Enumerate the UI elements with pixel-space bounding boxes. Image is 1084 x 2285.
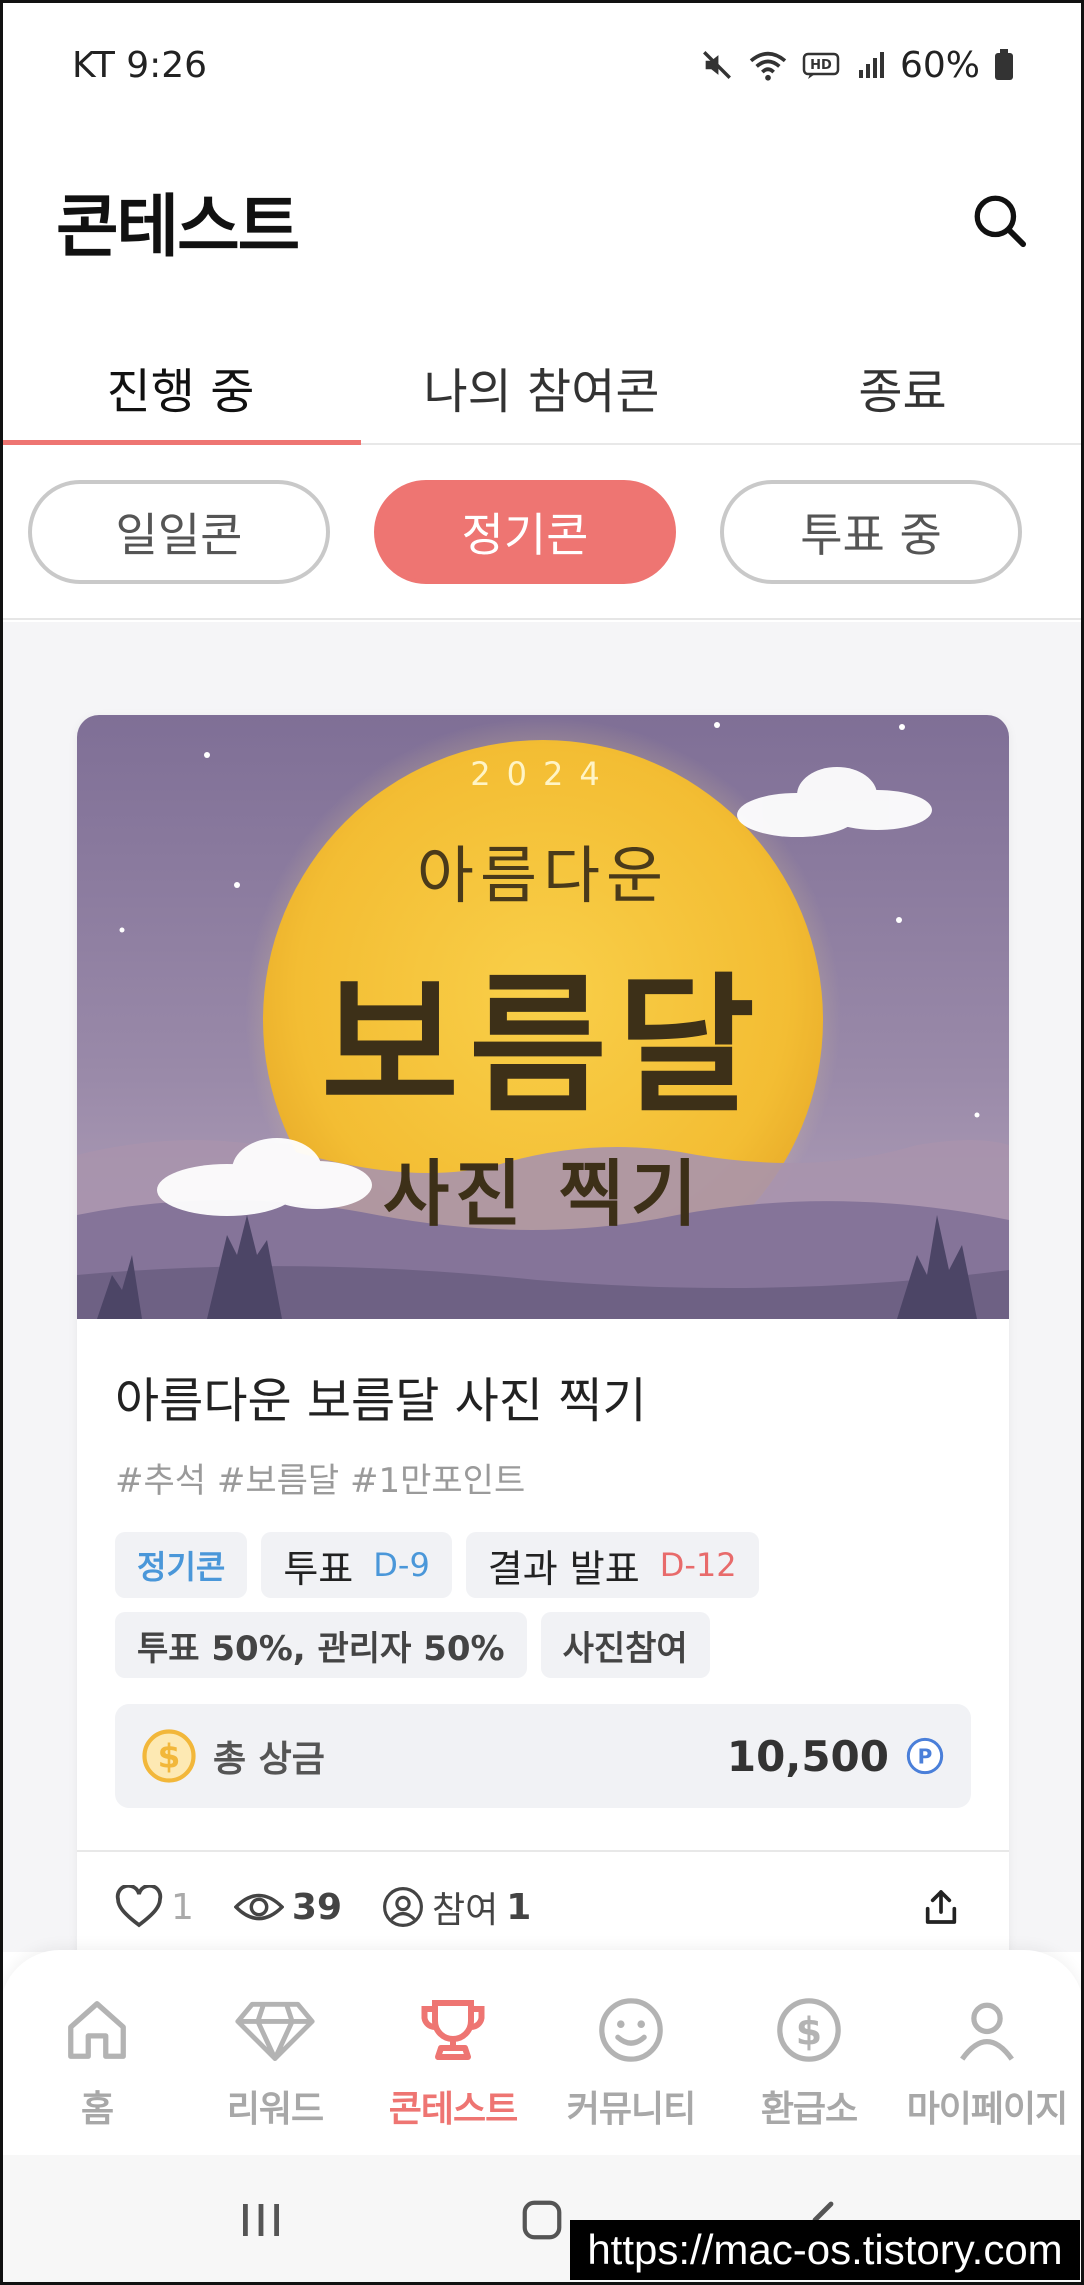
- like-stat[interactable]: 1: [115, 1885, 194, 1929]
- banner-headline-2: 보름달: [320, 958, 765, 1134]
- trophy-icon: [413, 1990, 493, 2070]
- eye-icon: [233, 1893, 284, 1921]
- contest-title[interactable]: 아름다운 보름달 사진 찍기: [115, 1361, 971, 1431]
- contest-card[interactable]: 2024 아름다운 보름달 사진 찍기 아름다운 보름달 사진 찍기 #추석 #…: [77, 715, 1009, 1985]
- heart-icon: [115, 1885, 163, 1928]
- home-icon: [57, 1990, 137, 2070]
- point-icon: P: [906, 1737, 944, 1775]
- nav-reward[interactable]: 리워드: [192, 1950, 358, 2155]
- battery-percent: 60%: [899, 44, 980, 86]
- signal-icon: [856, 50, 886, 80]
- status-icons: HD 60%: [700, 45, 1014, 86]
- chip-daily[interactable]: 일일콘: [28, 479, 330, 584]
- search-icon: [974, 195, 1027, 248]
- svg-text:$: $: [158, 1738, 181, 1776]
- total-prize-box: $ 총 상금 10,500 P: [115, 1704, 971, 1808]
- prize-label: 총 상금: [213, 1739, 325, 1780]
- participation-method-badge: 사진참여: [540, 1612, 710, 1678]
- banner-year: 2024: [470, 755, 616, 793]
- smile-icon: [591, 1990, 671, 2070]
- recent-apps-button[interactable]: [216, 2180, 306, 2260]
- result-dday: D-12: [659, 1546, 737, 1584]
- coin-icon: $: [142, 1729, 196, 1783]
- watermark: https://mac-os.tistory.com: [570, 2220, 1080, 2280]
- banner-headline-3: 사진 찍기: [382, 1151, 704, 1236]
- like-count: 1: [171, 1886, 194, 1928]
- nav-mypage[interactable]: 마이페이지: [904, 1950, 1070, 2155]
- svg-text:$: $: [796, 2010, 822, 2054]
- mute-icon: [700, 48, 734, 82]
- share-icon: [925, 1890, 957, 1924]
- dollar-icon: $: [769, 1990, 849, 2070]
- participant-stat: 참여 1: [382, 1881, 531, 1933]
- status-bar: KT 9:26 HD 60%: [0, 0, 1084, 130]
- banner-headline-1: 아름다운: [416, 839, 670, 912]
- card-stats: 1 39 참여 1: [115, 1852, 971, 1962]
- hd-icon: HD: [802, 50, 842, 80]
- tab-in-progress[interactable]: 진행 중: [0, 330, 361, 445]
- nav-label-mypage: 마이페이지: [906, 2089, 1069, 2130]
- nav-label-contest: 콘테스트: [388, 2089, 518, 2130]
- bottom-navigation: 홈 리워드 콘테스트 커뮤니티 $ 환급소 마이페이지: [0, 1950, 1084, 2155]
- person-icon: [947, 1990, 1027, 2070]
- card-body: 아름다운 보름달 사진 찍기 #추석 #보름달 #1만포인트 정기콘 투표 D-…: [115, 1319, 971, 1808]
- view-stat: 39: [233, 1886, 343, 1928]
- nav-contest[interactable]: 콘테스트: [370, 1950, 536, 2155]
- vote-label: 투표: [283, 1546, 354, 1591]
- participant-icon: [383, 1887, 423, 1927]
- contest-tabs: 진행 중 나의 참여콘 종료: [0, 330, 1084, 445]
- nav-refund[interactable]: $ 환급소: [726, 1950, 892, 2155]
- contest-type-badge: 정기콘: [115, 1532, 248, 1598]
- nav-community[interactable]: 커뮤니티: [548, 1950, 714, 2155]
- wifi-icon: [748, 48, 788, 82]
- diamond-icon: [235, 1990, 315, 2070]
- tab-my-participation[interactable]: 나의 참여콘: [361, 330, 722, 443]
- view-count: 39: [291, 1886, 343, 1928]
- nav-label-community: 커뮤니티: [566, 2089, 696, 2130]
- nav-label-home: 홈: [80, 2089, 114, 2130]
- search-button[interactable]: [964, 185, 1034, 255]
- judging-ratio-badge: 투표 50%, 관리자 50%: [115, 1612, 527, 1678]
- nav-label-reward: 리워드: [226, 2089, 324, 2130]
- result-deadline-badge: 결과 발표 D-12: [465, 1532, 759, 1598]
- chip-regular[interactable]: 정기콘: [374, 479, 676, 584]
- tab-ended[interactable]: 종료: [722, 330, 1083, 443]
- filter-chips: 일일콘 정기콘 투표 중: [0, 445, 1084, 620]
- result-label: 결과 발표: [487, 1546, 640, 1591]
- home-square-icon: [522, 2200, 562, 2240]
- nav-home[interactable]: 홈: [14, 1950, 180, 2155]
- battery-icon: [994, 49, 1014, 81]
- recent-apps-icon: [242, 2204, 279, 2236]
- contest-banner-image[interactable]: 2024 아름다운 보름달 사진 찍기: [77, 715, 1009, 1319]
- contest-badges: 정기콘 투표 D-9 결과 발표 D-12 투표 50%, 관리자 50% 사진…: [115, 1532, 971, 1678]
- carrier-time: KT 9:26: [72, 44, 208, 86]
- page-title: 콘테스트: [56, 187, 300, 267]
- chip-voting[interactable]: 투표 중: [720, 479, 1022, 584]
- contest-hashtags: #추석 #보름달 #1만포인트: [115, 1461, 526, 1501]
- vote-deadline-badge: 투표 D-9: [261, 1532, 452, 1598]
- svg-text:HD: HD: [810, 58, 832, 73]
- share-button[interactable]: [911, 1877, 971, 1937]
- nav-label-refund: 환급소: [760, 2089, 858, 2130]
- prize-amount: 10,500: [726, 1731, 889, 1781]
- app-header: 콘테스트: [0, 150, 1084, 290]
- participant-count: 1: [506, 1886, 532, 1928]
- participate-label: 참여: [432, 1890, 499, 1931]
- vote-dday: D-9: [373, 1546, 430, 1584]
- svg-text:P: P: [918, 1745, 933, 1769]
